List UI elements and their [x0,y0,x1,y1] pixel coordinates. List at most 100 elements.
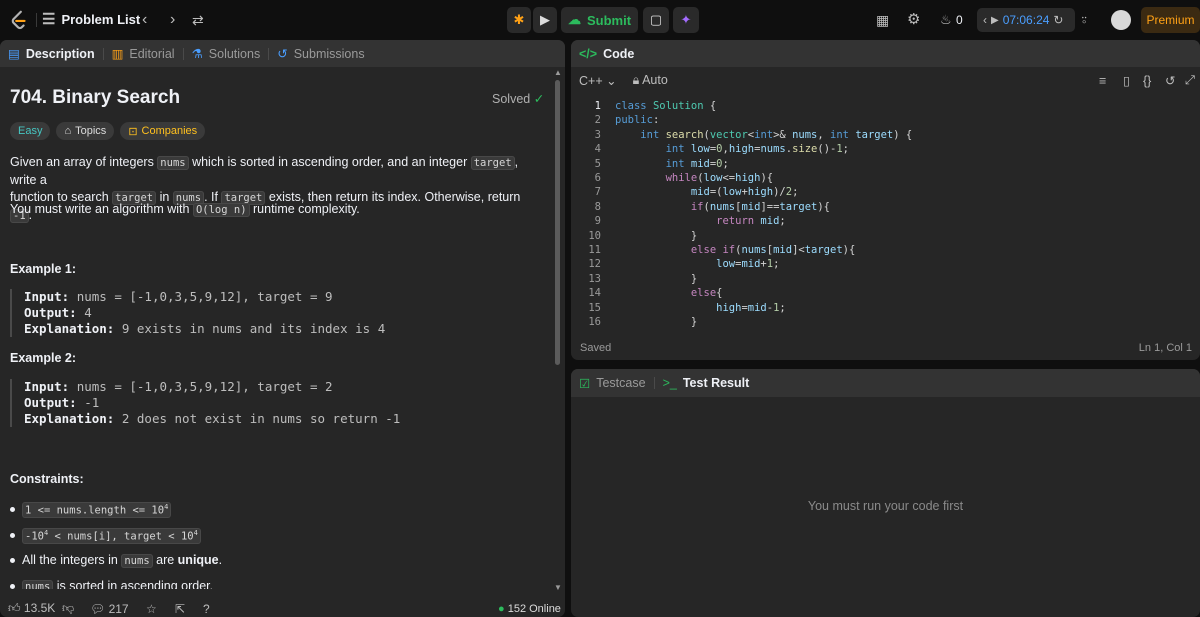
code-line[interactable]: } [615,316,697,328]
text: is sorted in ascending order. [53,579,214,589]
next-problem-icon[interactable]: › [170,10,175,30]
tab-solutions[interactable]: Solutions [209,47,260,61]
problem-list-button[interactable]: ☰ Problem List [42,10,140,28]
help-icon[interactable]: ? [203,602,210,616]
tab-test-result[interactable]: Test Result [683,376,749,390]
history-icon: ↺ [277,47,288,61]
code-line[interactable]: int low=0,high=nums.size()-1; [615,143,849,155]
complexity-paragraph: You must write an algorithm with O(log n… [10,201,545,219]
text: 1 <= nums.length <= 10 [25,504,165,517]
comments-button[interactable]: 💬︎ 217 [90,602,129,616]
terminal-icon: >_ [662,376,677,390]
auto-label: Auto [642,73,668,87]
code-line[interactable]: high=mid-1; [615,302,786,314]
play-icon: ▶ [540,12,550,27]
avatar[interactable] [1111,10,1131,30]
constraint-item: -104 < nums[i], target < 104 [10,528,201,544]
tab-editorial[interactable]: Editorial [129,47,174,61]
code-line[interactable]: int search(vector<int>& nums, int target… [615,129,912,141]
line-number: 9 [594,215,601,228]
input-label: Input: [24,379,70,394]
star-icon[interactable]: ☆ [146,602,157,616]
line-number: 4 [594,143,601,156]
add-user-icon[interactable]: ⍤ [1080,10,1088,30]
tab-testcase[interactable]: Testcase [596,376,645,390]
code-line[interactable]: int mid=0; [615,158,729,170]
constraints-title: Constraints: [10,472,84,486]
shuffle-icon[interactable]: ⇄ [192,10,204,30]
code-line[interactable]: else{ [615,287,723,299]
layout-icon[interactable]: ▦ [876,10,889,30]
test-tabs: ☑ Testcase >_ Test Result [571,369,1200,397]
text: All the integers in [22,553,122,567]
explanation-label: Explanation: [24,321,115,336]
example-explanation: 9 exists in nums and its index is 4 [121,321,386,336]
code-editor[interactable]: 1 class Solution {2 public: 3 int search(ve… [571,98,1200,328]
checkbox-icon: ☑ [579,376,591,391]
language-select[interactable]: C++ ⌄ [579,73,617,88]
prev-problem-icon[interactable]: ‹ [142,10,147,30]
code-line[interactable]: else if(nums[mid]<target){ [615,244,855,256]
like-button[interactable]: 👍︎ 13.5K [8,601,55,616]
premium-button[interactable]: Premium [1141,7,1200,33]
code-line[interactable]: public: [615,114,659,126]
divider [268,47,270,60]
online-count: ● 152 Online [498,602,561,615]
like-count: 13.5K [23,601,56,615]
inline-code: -104 < nums[i], target < 104 [22,528,201,544]
example-explanation: 2 does not exist in nums so return -1 [121,411,401,426]
dislike-icon[interactable]: 👎︎ [62,601,74,616]
share-icon[interactable]: ⇱ [175,602,185,616]
format-icon[interactable]: ≡ [1099,74,1106,88]
scroll-up-icon[interactable]: ▲ [554,68,562,77]
inline-code: O(log n) [192,203,250,217]
code-line[interactable]: if(nums[mid]==target){ [615,201,830,213]
chevron-down-icon: ⌄ [606,74,617,88]
braces-icon[interactable]: {} [1143,74,1151,88]
tab-submissions[interactable]: Submissions [294,47,365,61]
test-panel: ☑ Testcase >_ Test Result You must run y… [571,369,1200,617]
page-title: 704. Binary Search [10,87,181,108]
explanation-label: Explanation: [24,411,115,426]
list-icon: ☰ [42,11,56,28]
code-line[interactable]: } [615,230,697,242]
scrollbar-thumb[interactable] [555,80,560,365]
divider [102,47,104,60]
code-line[interactable]: mid=(low+high)/2; [615,186,799,198]
bullet-dot [10,533,15,539]
leetcode-logo-icon[interactable] [8,9,30,31]
bookmark-icon[interactable]: ▯ [1123,73,1130,88]
code-line[interactable]: low=mid+1; [615,258,779,270]
text-bold: unique [177,553,219,567]
code-line[interactable]: while(low<=high){ [615,172,774,184]
code-line[interactable]: return mid; [615,215,786,227]
cloud-upload-icon: ☁ [567,12,581,27]
divider [182,47,184,60]
timer[interactable]: ‹ ▶ 07:06:24 ↻ [977,8,1075,32]
code-line[interactable]: class Solution { [615,100,716,112]
ai-assist-button[interactable]: ✦ [673,7,699,33]
code-line[interactable]: } [615,273,697,285]
flame-icon[interactable]: ♨ [940,10,952,30]
gear-icon[interactable]: ⚙ [907,10,920,30]
text: which is sorted in ascending order, and … [188,155,471,169]
expand-icon[interactable]: ⤢ [1185,73,1195,88]
editor-toolbar: C++ ⌄ 🔒︎ Auto ≡ ▯ {} ↺ ⤢ [571,67,1200,94]
tab-description[interactable]: Description [26,47,95,61]
topics-button[interactable]: ⌂ Topics [56,122,115,140]
companies-button[interactable]: ⊡ Companies [120,122,206,140]
example-input: nums = [-1,0,3,5,9,12], target = 2 [76,379,333,394]
companies-label: Companies [141,125,198,137]
reset-icon[interactable]: ↺ [1165,73,1175,88]
note-icon: ▢ [649,12,663,27]
notes-button[interactable]: ▢ [643,7,669,33]
divider [36,13,37,27]
auto-mode[interactable]: 🔒︎ Auto [633,73,668,88]
run-button[interactable]: ▶ [533,7,557,33]
line-number: 6 [594,172,601,184]
code-panel-header: </> Code [571,40,1200,67]
output-label: Output: [24,395,77,410]
debug-button[interactable]: ✱ [507,7,531,33]
submit-button[interactable]: ☁ Submit [561,7,638,33]
scroll-down-icon[interactable]: ▼ [554,583,562,592]
